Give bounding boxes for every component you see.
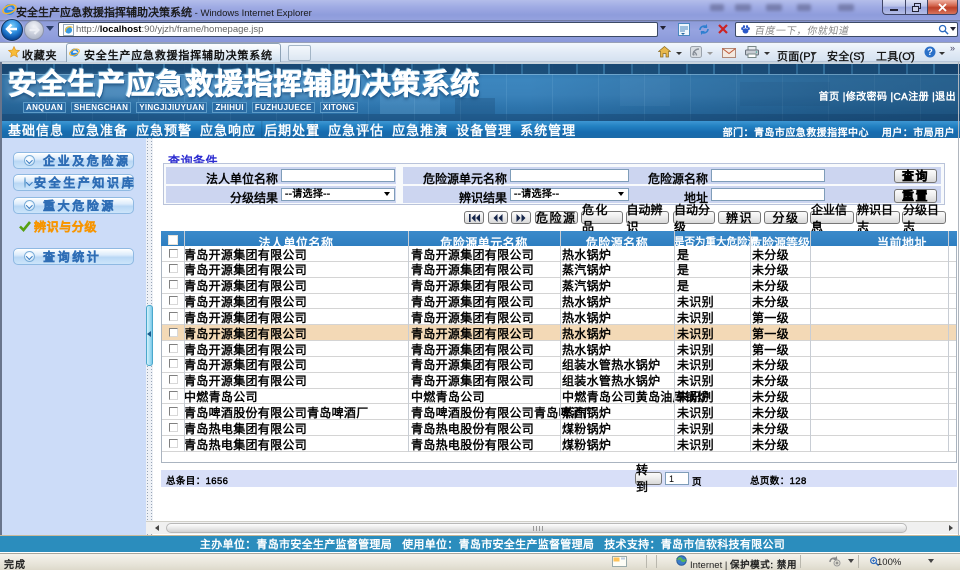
svg-text:?: ? bbox=[927, 47, 933, 57]
